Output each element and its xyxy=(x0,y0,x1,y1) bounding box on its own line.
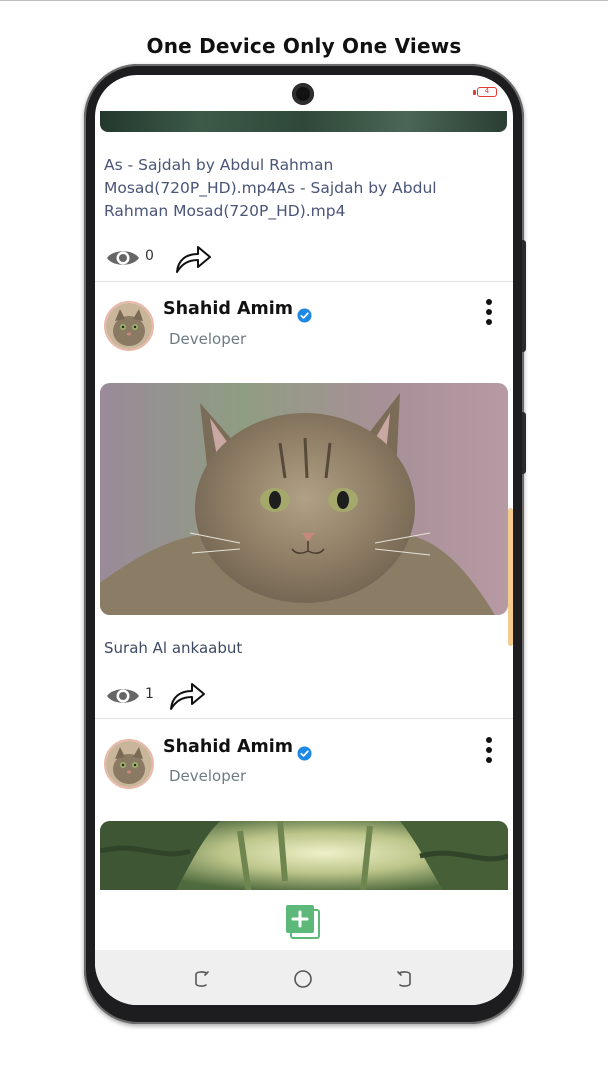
page-headline: One Device Only One Views xyxy=(146,34,462,58)
post-1-view-count: 0 xyxy=(145,248,154,264)
post-1-media[interactable] xyxy=(100,111,507,132)
post-divider xyxy=(95,281,513,282)
scroll-indicator[interactable] xyxy=(508,508,513,646)
post-author-role: Developer xyxy=(169,767,247,785)
front-camera xyxy=(292,83,314,105)
add-post-icon[interactable] xyxy=(285,904,321,940)
post-author-name[interactable]: Shahid Amim xyxy=(163,299,293,319)
verified-badge-icon xyxy=(297,308,312,323)
verified-badge-icon xyxy=(297,746,312,761)
more-vertical-icon[interactable] xyxy=(484,736,494,764)
eye-icon xyxy=(107,251,139,265)
post-1-caption: As - Sajdah by Abdul Rahman Mosad(720P_H… xyxy=(104,156,437,220)
back-icon[interactable] xyxy=(393,968,415,990)
post-3-image[interactable] xyxy=(100,821,508,901)
phone-screen: 4 As - Sajdah by Abdul Rahman Mosad(720P… xyxy=(95,75,513,1005)
avatar[interactable] xyxy=(104,301,154,351)
battery-icon: 4 xyxy=(477,87,497,97)
share-arrow-icon[interactable] xyxy=(168,679,208,711)
post-author-name[interactable]: Shahid Amim xyxy=(163,737,293,757)
post-author-role: Developer xyxy=(169,330,247,348)
more-vertical-icon[interactable] xyxy=(484,298,494,326)
battery-tip xyxy=(473,90,476,95)
top-border-line xyxy=(0,0,608,1)
share-arrow-icon[interactable] xyxy=(174,242,214,274)
avatar[interactable] xyxy=(104,739,154,789)
home-circle-icon[interactable] xyxy=(292,968,314,990)
eye-icon xyxy=(107,689,139,703)
post-2-image[interactable] xyxy=(100,383,508,615)
post-2-caption: Surah Al ankaabut xyxy=(104,639,243,657)
post-divider xyxy=(95,718,513,719)
volume-button xyxy=(522,240,526,352)
post-2-view-count: 1 xyxy=(145,686,154,702)
recent-apps-icon[interactable] xyxy=(191,968,213,990)
power-button xyxy=(522,412,526,474)
